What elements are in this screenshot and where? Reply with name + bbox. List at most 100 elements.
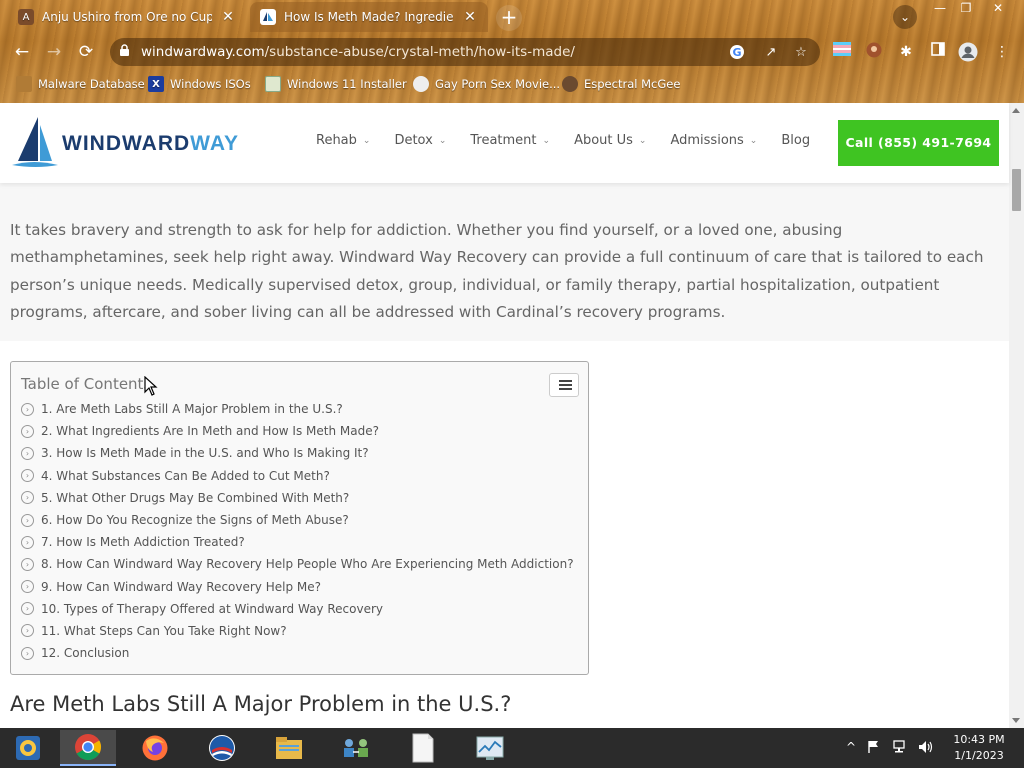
nav-admissions[interactable]: Admissions ⌄ xyxy=(670,133,757,148)
chevron-right-circle-icon: › xyxy=(21,602,34,616)
nav-label: Detox xyxy=(394,133,433,148)
toc-item[interactable]: › 2. What Ingredients Are In Meth and How… xyxy=(21,420,574,442)
nav-detox[interactable]: Detox ⌄ xyxy=(394,133,446,148)
table-of-contents: Table of Contents › 1. Are Meth Labs Stil… xyxy=(10,361,589,675)
toc-link[interactable]: 11. What Steps Can You Take Right Now? xyxy=(41,624,287,638)
tab-how-is-meth-made[interactable]: How Is Meth Made? Ingredients ✕ xyxy=(250,2,488,32)
toc-item[interactable]: › 9. How Can Windward Way Recovery Help M… xyxy=(21,576,574,598)
toc-link[interactable]: 3. How Is Meth Made in the U.S. and Who … xyxy=(41,446,369,460)
close-window-button[interactable]: ✕ xyxy=(983,0,1013,18)
chevron-right-circle-icon: › xyxy=(21,491,34,505)
chrome-icon[interactable] xyxy=(60,730,116,766)
new-tab-button[interactable]: + xyxy=(496,5,522,31)
clock-time: 10:43 PM xyxy=(953,733,1005,746)
bookmark-espectral-mcgee[interactable]: Espectral McGee xyxy=(562,76,680,92)
tab-anju-ushiro[interactable]: A Anju Ushiro from Ore no Cupid ga ✕ xyxy=(8,2,246,32)
nav-treatment[interactable]: Treatment ⌄ xyxy=(470,133,550,148)
toc-link[interactable]: 2. What Ingredients Are In Meth and How … xyxy=(41,424,379,438)
toc-item[interactable]: › 5. What Other Drugs May Be Combined Wit… xyxy=(21,487,574,509)
address-bar[interactable]: windwardway.com/substance-abuse/crystal-… xyxy=(110,38,820,66)
nav-rehab[interactable]: Rehab ⌄ xyxy=(316,133,370,148)
share-icon[interactable]: ↗ xyxy=(762,44,780,62)
lock-icon[interactable] xyxy=(119,44,133,60)
toc-link[interactable]: 1. Are Meth Labs Still A Major Problem i… xyxy=(41,402,343,416)
bookmark-label: Windows 11 Installer xyxy=(287,77,407,91)
scroll-up-arrow-icon[interactable] xyxy=(1012,108,1020,113)
windward-way-logo[interactable]: WINDWARDWAY xyxy=(12,115,238,173)
firefox-icon[interactable] xyxy=(127,730,183,766)
toc-link[interactable]: 10. Types of Therapy Offered at Windward… xyxy=(41,602,383,616)
toc-item[interactable]: › 10. Types of Therapy Offered at Windwar… xyxy=(21,598,574,620)
bookmark-star-icon[interactable]: ☆ xyxy=(792,44,810,62)
page-scrollbar[interactable] xyxy=(1009,103,1024,728)
toc-toggle-bar xyxy=(559,388,572,390)
obama-icon[interactable] xyxy=(194,730,250,766)
network-icon[interactable] xyxy=(893,740,909,757)
intro-paragraph: It takes bravery and strength to ask for… xyxy=(10,221,984,321)
back-button[interactable]: ← xyxy=(10,41,34,65)
bookmark-gay-porn-sex-movie[interactable]: Gay Porn Sex Movie... xyxy=(413,76,560,92)
notepad-icon[interactable] xyxy=(395,730,451,766)
toc-link[interactable]: 9. How Can Windward Way Recovery Help Me… xyxy=(41,580,321,594)
volume-icon[interactable] xyxy=(918,740,934,757)
nav-blog[interactable]: Blog xyxy=(781,133,810,148)
chevron-right-circle-icon: › xyxy=(21,402,34,416)
tab-strip: A Anju Ushiro from Ore no Cupid ga ✕ How… xyxy=(0,0,1024,34)
chevron-down-icon: ⌄ xyxy=(638,135,647,146)
nav-label: Treatment xyxy=(470,133,537,148)
toc-link[interactable]: 7. How Is Meth Addiction Treated? xyxy=(41,535,245,549)
task-manager-icon[interactable] xyxy=(462,730,518,766)
avatar-extension-icon[interactable] xyxy=(864,42,884,62)
chrome-canary-icon[interactable] xyxy=(0,730,56,766)
article-content: It takes bravery and strength to ask for… xyxy=(0,183,1009,728)
bookmark-malware-database[interactable]: Malware Database xyxy=(16,76,145,92)
bookmark-label: Malware Database xyxy=(38,77,145,91)
action-center-flag-icon[interactable] xyxy=(868,740,880,757)
scroll-down-arrow-icon[interactable] xyxy=(1012,718,1020,723)
bookmark-windows-11-installer[interactable]: Windows 11 Installer xyxy=(265,76,407,92)
file-explorer-icon[interactable] xyxy=(261,730,317,766)
toc-link[interactable]: 12. Conclusion xyxy=(41,646,129,660)
toc-link[interactable]: 4. What Substances Can Be Added to Cut M… xyxy=(41,469,330,483)
nav-about-us[interactable]: About Us ⌄ xyxy=(574,133,646,148)
extensions-puzzle-icon[interactable]: ✱ xyxy=(896,42,916,62)
svg-text:G: G xyxy=(732,46,741,59)
tab-search-button[interactable]: ⌄ xyxy=(893,5,917,29)
intro-section: It takes bravery and strength to ask for… xyxy=(0,183,1009,341)
close-tab-icon[interactable]: ✕ xyxy=(220,9,236,25)
call-button[interactable]: Call (855) 491-7694 xyxy=(838,120,999,166)
toc-toggle-button[interactable] xyxy=(549,373,579,397)
network-users-icon[interactable] xyxy=(328,730,384,766)
toc-link[interactable]: 6. How Do You Recognize the Signs of Met… xyxy=(41,513,349,527)
system-clock[interactable]: 10:43 PM 1/1/2023 xyxy=(944,732,1014,764)
toc-link[interactable]: 5. What Other Drugs May Be Combined With… xyxy=(41,491,349,505)
chrome-menu-icon[interactable]: ⋮ xyxy=(992,42,1012,62)
profile-icon[interactable] xyxy=(958,42,978,62)
restore-button[interactable]: ❐ xyxy=(951,0,981,18)
toc-link[interactable]: 8. How Can Windward Way Recovery Help Pe… xyxy=(41,557,574,571)
toc-item[interactable]: › 7. How Is Meth Addiction Treated? xyxy=(21,531,574,553)
toc-item[interactable]: › 8. How Can Windward Way Recovery Help P… xyxy=(21,553,574,575)
scrollbar-thumb[interactable] xyxy=(1012,169,1021,211)
show-hidden-icons-icon[interactable]: ^ xyxy=(846,740,856,754)
reload-button[interactable]: ⟳ xyxy=(74,41,98,65)
toc-title: Table of Contents xyxy=(21,375,152,393)
windows-taskbar: ^ 10:43 PM 1/1/2023 xyxy=(0,728,1024,768)
bookmark-windows-isos[interactable]: X Windows ISOs xyxy=(148,76,251,92)
google-lens-icon[interactable]: G xyxy=(728,44,746,62)
site-header: WINDWARDWAY Rehab ⌄ Detox ⌄ Treatment ⌄ Abo… xyxy=(0,103,1009,183)
nav-label: Blog xyxy=(781,133,811,148)
image-icon xyxy=(265,76,281,92)
bookmark-folder-icon xyxy=(16,76,32,92)
pride-flag-extension-icon[interactable] xyxy=(832,42,852,62)
logo-text-way: WAY xyxy=(190,132,240,155)
side-panel-icon[interactable] xyxy=(928,42,948,62)
toc-item[interactable]: › 3. How Is Meth Made in the U.S. and Who… xyxy=(21,442,574,464)
close-tab-icon[interactable]: ✕ xyxy=(462,9,478,25)
toc-item[interactable]: › 12. Conclusion xyxy=(21,642,574,664)
toc-item[interactable]: › 1. Are Meth Labs Still A Major Problem … xyxy=(21,398,574,420)
toc-item[interactable]: › 4. What Substances Can Be Added to Cut … xyxy=(21,465,574,487)
toc-item[interactable]: › 6. How Do You Recognize the Signs of Me… xyxy=(21,509,574,531)
toc-item[interactable]: › 11. What Steps Can You Take Right Now? xyxy=(21,620,574,642)
forward-button[interactable]: → xyxy=(42,41,66,65)
